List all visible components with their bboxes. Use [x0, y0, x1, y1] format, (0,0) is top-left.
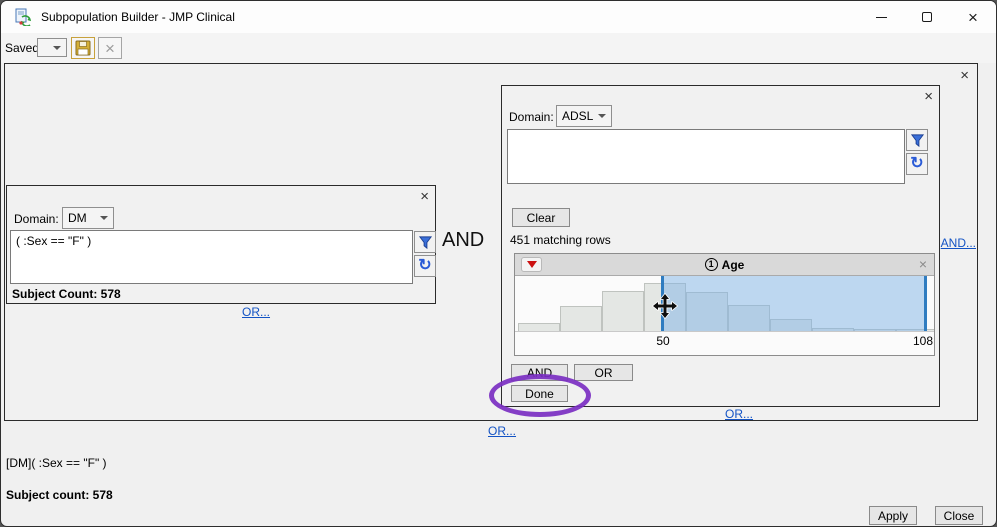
minimize-button[interactable] [858, 1, 904, 33]
dm-filter-button[interactable] [414, 231, 436, 253]
dm-filter-expression: ( :Sex == "F" ) [16, 234, 91, 248]
chevron-down-icon [100, 216, 108, 220]
delete-icon: × [105, 40, 115, 57]
red-triangle-icon [527, 261, 537, 268]
save-icon [75, 40, 91, 56]
group-close-button[interactable]: × [960, 68, 969, 83]
app-icon [14, 8, 32, 26]
filter-expression-summary: [DM]( :Sex == "F" ) [6, 456, 107, 470]
adsl-filter-button[interactable] [906, 129, 928, 151]
adsl-filter-panel: × Domain: ADSL ↻ Clear 451 matching rows [501, 85, 940, 407]
filter-funnel-icon [418, 235, 433, 250]
save-button[interactable] [71, 37, 95, 59]
annotation-ellipse [489, 374, 591, 417]
adsl-refresh-button[interactable]: ↻ [906, 153, 928, 175]
adsl-filter-textarea[interactable] [507, 129, 905, 184]
delete-saved-button[interactable]: × [98, 37, 122, 59]
close-icon: × [968, 9, 978, 26]
maximize-icon [922, 12, 932, 22]
histogram-bar [518, 323, 560, 331]
axis-tick-high: 108 [905, 334, 933, 348]
and-connector: AND [442, 229, 484, 252]
adsl-domain-label: Domain: [509, 110, 554, 124]
histogram-bar [560, 306, 602, 331]
dm-domain-dropdown[interactable]: DM [62, 207, 114, 229]
move-cursor-icon [652, 293, 678, 319]
clear-button[interactable]: Clear [512, 208, 570, 227]
histogram-bar [602, 291, 644, 331]
dm-domain-value: DM [68, 211, 87, 225]
filter-group: × AND AND... × Domain: DM ( :Sex == "F" … [4, 63, 978, 421]
selection-region[interactable] [663, 276, 925, 331]
window-title: Subpopulation Builder - JMP Clinical [41, 10, 235, 24]
dm-refresh-button[interactable]: ↻ [414, 255, 436, 277]
close-button[interactable]: × [950, 1, 996, 33]
age-histogram-widget: 1 Age × 50 108 [514, 253, 935, 356]
saved-dropdown[interactable] [37, 38, 67, 57]
dm-subject-count: Subject Count: 578 [12, 287, 121, 301]
adsl-domain-value: ADSL [562, 109, 593, 123]
adsl-domain-dropdown[interactable]: ADSL [556, 105, 612, 127]
dm-filter-panel: × Domain: DM ( :Sex == "F" ) ↻ Subject C… [6, 185, 436, 304]
refresh-icon: ↻ [418, 258, 431, 274]
minimize-icon [876, 17, 887, 18]
histogram-title: 1 Age [705, 258, 745, 272]
chevron-down-icon [598, 114, 606, 118]
dm-or-link[interactable]: OR... [242, 305, 270, 319]
histogram-header: 1 Age × [515, 254, 934, 276]
subject-count-summary: Subject count: 578 [6, 488, 113, 502]
adsl-panel-close-button[interactable]: × [924, 89, 933, 104]
title-bar: Subpopulation Builder - JMP Clinical × [1, 1, 996, 33]
filter-funnel-icon [910, 133, 925, 148]
adsl-or-link[interactable]: OR... [725, 407, 753, 421]
saved-toolbar: Saved: × [1, 33, 996, 63]
apply-button[interactable]: Apply [869, 506, 917, 525]
dm-domain-label: Domain: [14, 212, 59, 226]
histogram-close-button[interactable]: × [919, 257, 927, 271]
dialog-close-button[interactable]: Close [935, 506, 983, 525]
dm-filter-textarea[interactable]: ( :Sex == "F" ) [10, 230, 413, 284]
range-slider-high-handle[interactable] [924, 276, 927, 331]
histogram-plot [515, 276, 934, 332]
histogram-title-text: Age [722, 258, 745, 272]
chevron-down-icon [53, 46, 61, 50]
order-badge-icon: 1 [705, 258, 718, 271]
or-button[interactable]: OR [574, 364, 633, 381]
matching-rows-label: 451 matching rows [510, 233, 611, 247]
maximize-button[interactable] [904, 1, 950, 33]
histogram-axis: 50 108 [515, 332, 934, 354]
refresh-icon: ↻ [910, 156, 923, 172]
dm-panel-close-button[interactable]: × [420, 189, 429, 204]
red-triangle-menu-button[interactable] [521, 257, 542, 272]
subpopulation-builder-window: Subpopulation Builder - JMP Clinical × S… [0, 0, 997, 527]
and-link[interactable]: AND... [941, 236, 976, 250]
axis-tick-low: 50 [649, 334, 677, 348]
main-or-link[interactable]: OR... [488, 424, 516, 438]
